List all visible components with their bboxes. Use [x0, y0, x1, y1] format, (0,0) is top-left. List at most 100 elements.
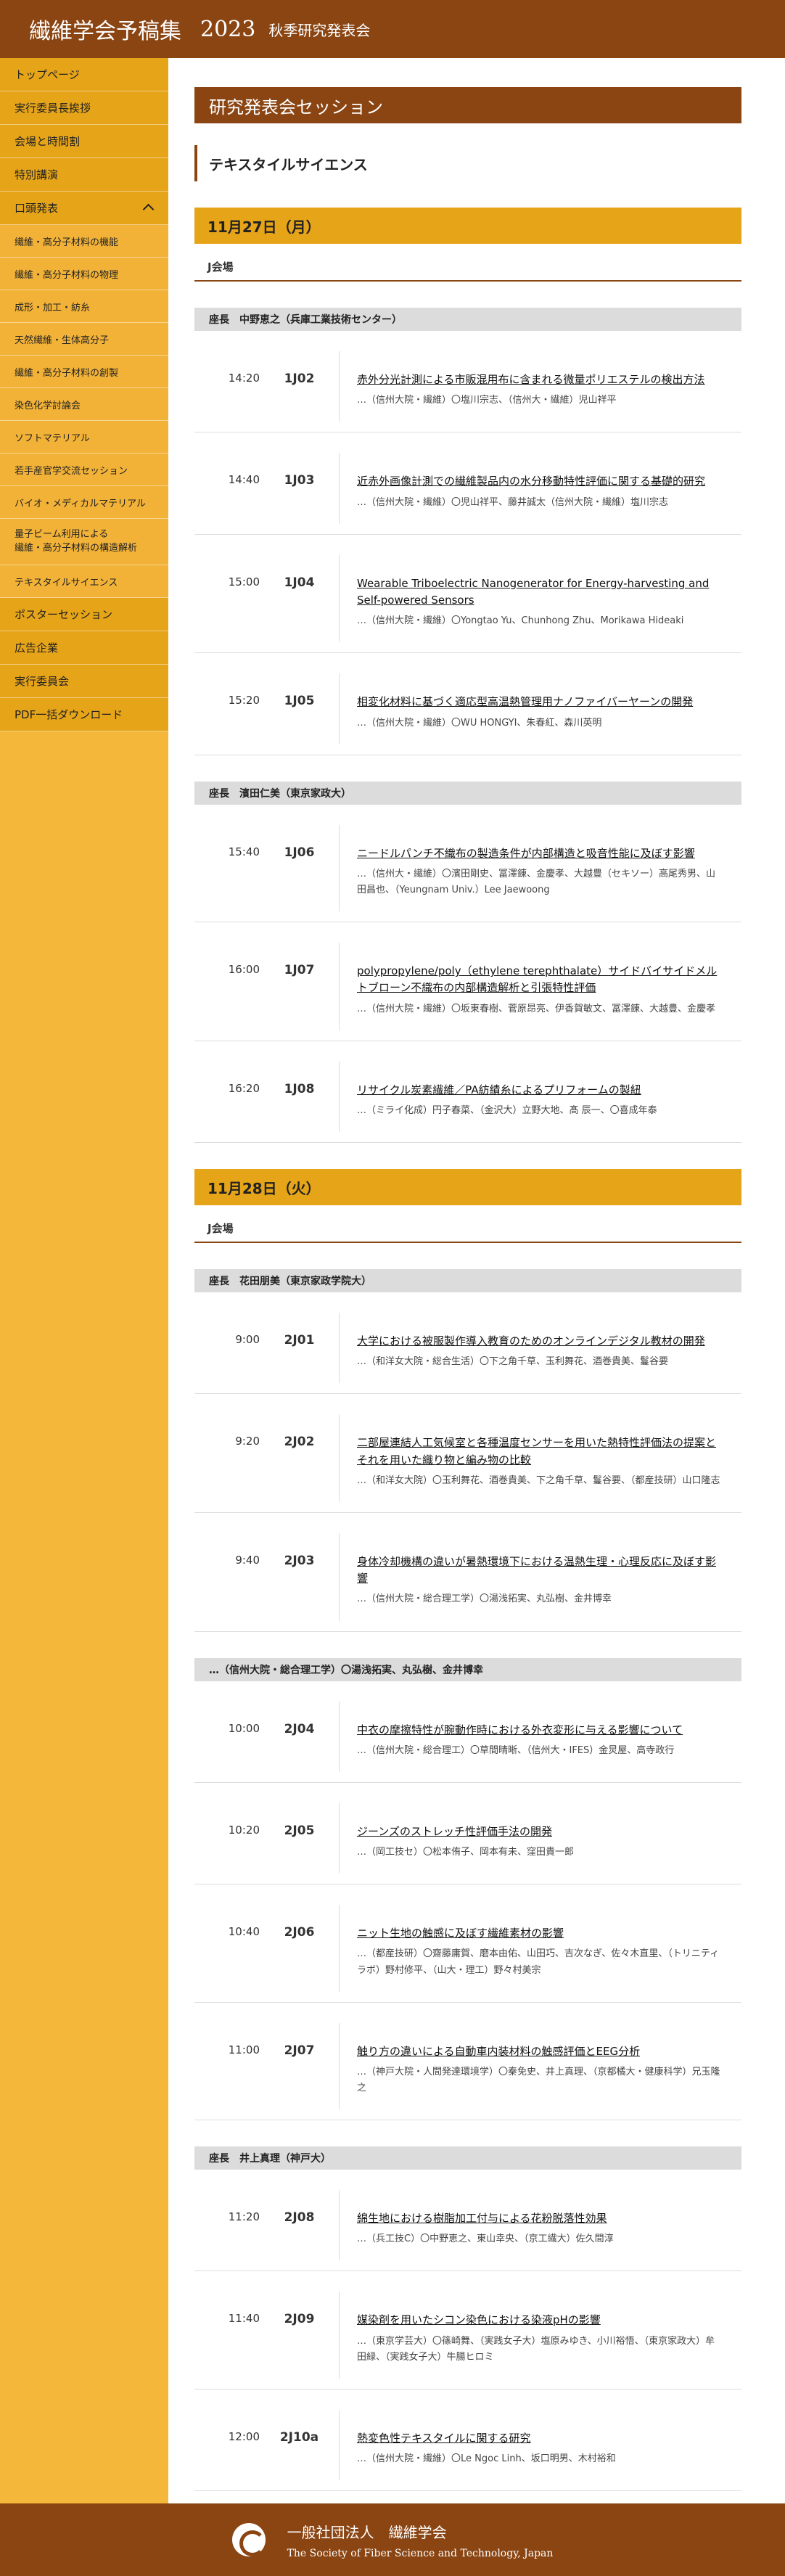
talk-code: 1J07	[260, 943, 340, 1030]
talk-time: 15:00	[228, 575, 260, 588]
site-footer: 一般社団法人 繊維学会 The Society of Fiber Science…	[0, 2503, 785, 2576]
society-logo-icon	[231, 2523, 266, 2556]
talk-time: 11:00	[228, 2043, 260, 2056]
site-year: 2023	[200, 16, 256, 42]
date-heading: 11月27日（月）	[194, 208, 741, 244]
talk-row: 9:20 2J02 二部屋連結人工気候室と各種温度センサーを用いた熱特性評価法の提案…	[194, 1414, 741, 1513]
talk-row: 10:00 2J04 中衣の摩擦特性が腕動作時における外衣変形に与える影響について ……	[194, 1701, 741, 1783]
talk-body: ニードルパンチ不織布の製造条件が内部構造と吸音性能に及ぼす影響 …（信州大・繊維）…	[340, 825, 741, 911]
sidebar-item[interactable]: 成形・加工・紡糸	[0, 290, 168, 323]
talk-row: 16:20 1J08 リサイクル炭素繊維／PA紡績糸によるプリフォームの製紐 …（ミラ…	[194, 1061, 741, 1143]
talk-title-link[interactable]: 触り方の違いによる自動車内装材料の触感評価とEEG分析	[357, 2043, 724, 2060]
talk-time: 10:20	[228, 1823, 260, 1837]
sidebar-item[interactable]: 実行委員会	[0, 665, 168, 698]
sidebar-item[interactable]: 若手産官学交流セッション	[0, 454, 168, 486]
talk-authors: …（信州大院・総合理工）〇草間晴晰、（信州大・IFES）金炅屋、高寺政行	[357, 1744, 675, 1756]
sidebar-item[interactable]: 実行委員長挨拶	[0, 91, 168, 125]
talk-title-link[interactable]: ニット生地の触感に及ぼす繊維素材の影響	[357, 1925, 724, 1942]
sidebar-item[interactable]: 口頭発表	[0, 192, 168, 225]
sidebar-item[interactable]: 繊維・高分子材料の物理	[0, 258, 168, 290]
sidebar-item[interactable]: 広告企業	[0, 631, 168, 665]
talk-title-link[interactable]: 熱変色性テキスタイルに関する研究	[357, 2430, 724, 2447]
talk-time: 16:00	[228, 963, 260, 977]
talk-title-link[interactable]: polypropylene/poly（ethylene terephthalat…	[357, 963, 724, 997]
talk-title-link[interactable]: 大学における被服製作導入教育のためのオンラインデジタル教材の開発	[357, 1333, 724, 1350]
talk-code: 2J10a	[260, 2409, 340, 2481]
sidebar-item[interactable]: 繊維・高分子材料の機能	[0, 225, 168, 258]
sidebar-item[interactable]: ポスターセッション	[0, 598, 168, 631]
sidebar-item[interactable]: PDF一括ダウンロード	[0, 698, 168, 731]
talk-time: 9:00	[235, 1333, 260, 1346]
talk-authors: …（信州大院・繊維）〇塩川宗志、（信州大・繊維）児山祥平	[357, 395, 617, 406]
talk-authors: …（神戸大院・人間発達環境学）〇秦免史、井上真理、（京都橘大・健康科学）兄玉隆之	[357, 2066, 720, 2093]
chair-bar: …（信州大院・総合理工学）〇湯浅拓実、丸弘樹、金井博幸	[194, 1657, 741, 1681]
sidebar-item[interactable]: 天然繊維・生体高分子	[0, 323, 168, 356]
talk-code: 1J08	[260, 1061, 340, 1132]
talk-body: 触り方の違いによる自動車内装材料の触感評価とEEG分析 …（神戸大院・人間発達環境…	[340, 2023, 741, 2109]
talk-body: ジーンズのストレッチ性評価手法の開発 …（岡工技セ）〇松本侑子、岡本有未、窪田貴一…	[340, 1803, 741, 1874]
site-title[interactable]: 繊維学会予稿集	[29, 13, 181, 45]
talk-authors: …（都産技研）〇齋藤庸賀、磨本由佑、山田巧、吉次なぎ、佐々木直里、（トリニティラ…	[357, 1948, 720, 1976]
talk-title-link[interactable]: 相変化材料に基づく適応型高温熱管理用ナノファイバーヤーンの開発	[357, 694, 724, 710]
talk-time: 12:00	[228, 2429, 260, 2443]
talk-authors: …（信州大院・繊維）〇坂東春樹、菅原昂亮、伊香賀敏文、冨澤錬、大越豊、金慶孝	[357, 1003, 716, 1014]
talk-code: 2J06	[260, 1905, 340, 1992]
section-title: テキスタイルサイエンス	[194, 145, 741, 181]
talk-authors: …（信州大院・繊維）〇児山祥平、藤井誠太（信州大院・繊維）塩川宗志	[357, 496, 669, 508]
talk-row: 11:20 2J08 綿生地における樹脂加工付与による花粉脱落性効果 …（兵工技C）〇…	[194, 2190, 741, 2272]
talk-title-link[interactable]: 赤外分光計測による市販混用布に含まれる微量ポリエステルの検出方法	[357, 372, 724, 388]
talk-row: 12:00 2J10a 熱変色性テキスタイルに関する研究 …（信州大院・繊維）〇Le …	[194, 2409, 741, 2492]
talk-authors: …（信州大・繊維）〇濱田剛史、冨澤錬、金慶孝、大越豊（セキソー）高尾秀男、山田昌…	[357, 868, 716, 895]
footer-org: 一般社団法人 繊維学会	[287, 2523, 447, 2541]
talk-code: 2J05	[260, 1802, 340, 1874]
talk-authors: …（信州大院・繊維）〇Le Ngoc Linh、坂口明男、木村裕和	[357, 2453, 616, 2465]
schedule: 11月27日（月） J会場 座長 中野恵之（兵庫工業技術センター） 14:20 1J02…	[194, 208, 741, 2492]
talk-time: 15:40	[228, 845, 260, 858]
sidebar-item[interactable]: ソフトマテリアル	[0, 421, 168, 454]
talk-code: 2J03	[260, 1533, 340, 1621]
talk-authors: …（信州大院・総合理工学）〇湯浅拓実、丸弘樹、金井博幸	[357, 1593, 612, 1605]
talk-title-link[interactable]: リサイクル炭素繊維／PA紡績糸によるプリフォームの製紐	[357, 1082, 724, 1099]
sidebar-item[interactable]: 量子ビーム利用による 繊維・高分子材料の構造解析	[0, 519, 168, 565]
talk-title-link[interactable]: 中衣の摩擦特性が腕動作時における外衣変形に与える影響について	[357, 1722, 724, 1739]
talk-title-link[interactable]: ジーンズのストレッチ性評価手法の開発	[357, 1824, 724, 1840]
talk-code: 2J02	[260, 1414, 340, 1502]
talk-authors: …（信州大院・繊維）〇WU HONGYI、朱春紅、森川英明	[357, 717, 602, 729]
sidebar-item[interactable]: テキスタイルサイエンス	[0, 565, 168, 598]
talk-body: Wearable Triboelectric Nanogenerator for…	[340, 555, 741, 643]
talk-time: 9:40	[235, 1553, 260, 1567]
talk-row: 14:40 1J03 近赤外画像計測での繊維製品内の水分移動特性評価に関する基礎的研…	[194, 453, 741, 535]
talk-body: 赤外分光計測による市販混用布に含まれる微量ポリエステルの検出方法 …（信州大院・繊…	[340, 351, 741, 422]
talk-title-link[interactable]: 媒染剤を用いたシコン染色における染液pHの影響	[357, 2312, 724, 2329]
talk-title-link[interactable]: 身体冷却機構の違いが暑熱環境下における温熱生理・心理反応に及ぼす影響	[357, 1554, 724, 1588]
talk-authors: …（和洋女大院）〇玉利舞花、酒巻貴美、下之角千草、鬘谷要、（都産技研）山口隆志	[357, 1474, 720, 1486]
talk-body: 近赤外画像計測での繊維製品内の水分移動特性評価に関する基礎的研究 …（信州大院・繊…	[340, 453, 741, 523]
footer-org-en: The Society of Fiber Science and Technol…	[287, 2547, 554, 2559]
talk-body: 熱変色性テキスタイルに関する研究 …（信州大院・繊維）〇Le Ngoc Linh、…	[340, 2410, 741, 2480]
talk-row: 16:00 1J07 polypropylene/poly（ethylene ter…	[194, 943, 741, 1041]
talk-body: 相変化材料に基づく適応型高温熱管理用ナノファイバーヤーンの開発 …（信州大院・繊維…	[340, 673, 741, 744]
chair-bar: 座長 中野恵之（兵庫工業技術センター）	[194, 308, 741, 331]
chair-bar: 座長 花田朋美（東京家政学院大）	[194, 1269, 741, 1292]
talk-title-link[interactable]: ニードルパンチ不織布の製造条件が内部構造と吸音性能に及ぼす影響	[357, 845, 724, 862]
talk-authors: …（東京学芸大）〇篠崎舞、（実践女子大）塩原みゆき、小川裕悟、（東京家政大）牟田…	[357, 2335, 715, 2363]
talk-title-link[interactable]: 近赤外画像計測での繊維製品内の水分移動特性評価に関する基礎的研究	[357, 473, 724, 490]
sidebar-item[interactable]: 会場と時間割	[0, 125, 168, 158]
talk-time: 14:40	[228, 473, 260, 487]
talk-row: 10:40 2J06 ニット生地の触感に及ぼす繊維素材の影響 …（都産技研）〇齋藤庸賀…	[194, 1905, 741, 2003]
talk-row: 9:40 2J03 身体冷却機構の違いが暑熱環境下における温熱生理・心理反応に及ぼす…	[194, 1533, 741, 1632]
sidebar-item[interactable]: 染色化学討論会	[0, 388, 168, 421]
talk-title-link[interactable]: 二部屋連結人工気候室と各種温度センサーを用いた熱特性評価法の提案とそれを用いた織…	[357, 1435, 724, 1469]
talk-authors: …（信州大院・繊維）〇Yongtao Yu、Chunhong Zhu、Morik…	[357, 615, 684, 627]
talk-title-link[interactable]: Wearable Triboelectric Nanogenerator for…	[357, 575, 724, 610]
sidebar-item[interactable]: 特別講演	[0, 158, 168, 192]
talk-title-link[interactable]: 綿生地における樹脂加工付与による花粉脱落性効果	[357, 2210, 724, 2227]
talk-row: 11:40 2J09 媒染剤を用いたシコン染色における染液pHの影響 …（東京学芸大）…	[194, 2292, 741, 2390]
sidebar: トップページ 実行委員長挨拶 会場と時間割 特別講演 口頭発表 繊維・高分子材料の機能 繊維…	[0, 58, 168, 2503]
talk-body: 中衣の摩擦特性が腕動作時における外衣変形に与える影響について …（信州大院・総合理…	[340, 1702, 741, 1772]
sidebar-item[interactable]: トップページ	[0, 58, 168, 91]
sidebar-item[interactable]: バイオ・メディカルマテリアル	[0, 486, 168, 519]
sidebar-item[interactable]: 繊維・高分子材料の創製	[0, 356, 168, 388]
talk-code: 2J08	[260, 2190, 340, 2261]
talk-row: 15:00 1J04 Wearable Triboelectric Nanogene…	[194, 554, 741, 654]
